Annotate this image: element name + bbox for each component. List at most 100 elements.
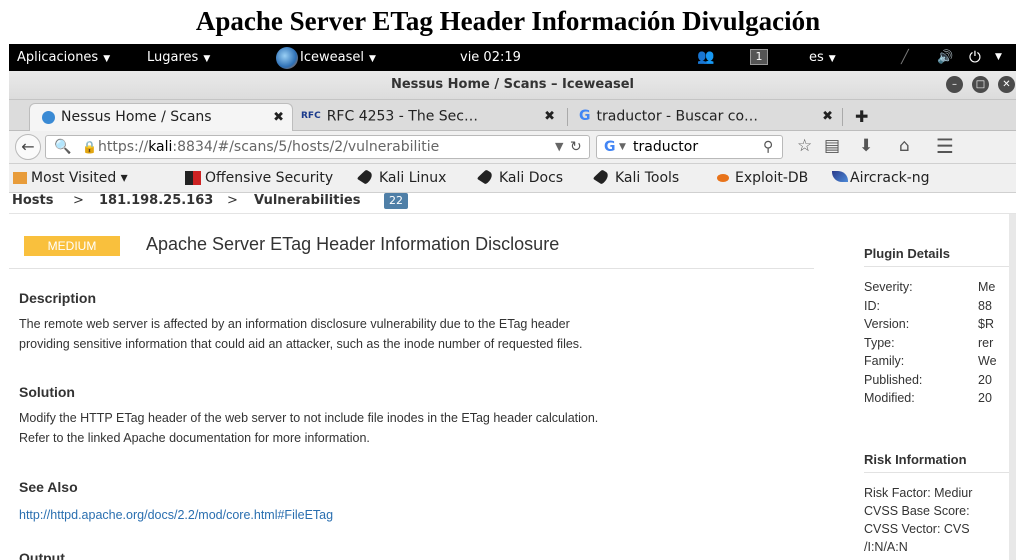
folder-icon	[13, 172, 27, 184]
tab-label: Nessus Home / Scans	[61, 109, 212, 125]
search-engine-icon[interactable]: G	[604, 136, 616, 158]
plugin-detail-label: Published:	[864, 372, 923, 387]
maximize-button[interactable]: □	[972, 76, 989, 93]
plugin-detail-label: Severity:	[864, 280, 913, 294]
description-line: providing sensitive information that cou…	[19, 337, 583, 351]
clock[interactable]: vie 02:19	[460, 44, 521, 71]
kali-dragon-icon	[356, 169, 376, 185]
downloads-icon[interactable]: ⬇	[859, 136, 873, 156]
search-engine-dropdown-icon[interactable]: ▼	[619, 136, 626, 158]
bookmark-kali-tools[interactable]: Kali Tools	[592, 164, 679, 192]
see-also-link[interactable]: http://httpd.apache.org/docs/2.2/mod/cor…	[19, 508, 333, 522]
figure-caption: Apache Server ETag Header Información Di…	[195, 6, 821, 36]
plugin-detail-label: Modified:	[864, 391, 915, 405]
network-icon[interactable]: ╱	[901, 44, 909, 71]
dropdown-arrow-icon: ▼	[828, 54, 836, 64]
iceweasel-icon	[276, 46, 298, 69]
severity-badge: MEDIUM	[24, 236, 120, 256]
risk-information-row: /I:N/A:N	[864, 540, 908, 554]
plugin-detail-value: We	[978, 354, 997, 368]
bookmark-most-visited[interactable]: Most Visited ▾	[13, 164, 128, 192]
description-line: The remote web server is affected by an …	[19, 317, 570, 331]
close-tab-icon[interactable]: ✖	[822, 103, 833, 130]
breadcrumb-host[interactable]: 181.198.25.163	[99, 193, 213, 209]
volume-icon[interactable]: 🔊	[937, 44, 953, 71]
plugin-detail-value: 20	[978, 372, 992, 387]
bookmark-label: Exploit-DB	[735, 170, 809, 186]
bookmark-exploit-db[interactable]: Exploit-DB	[717, 164, 808, 192]
window-title: Nessus Home / Scans – Iceweasel	[390, 77, 635, 92]
url-bar[interactable]: 🔍 🔒 https://kali:8834/#/scans/5/hosts/2/…	[45, 135, 590, 159]
see-also-heading: See Also	[19, 479, 78, 495]
bookmark-label: Offensive Security	[205, 170, 334, 186]
description-heading: Description	[19, 290, 97, 306]
workspace-indicator[interactable]: 1	[750, 49, 768, 65]
nessus-icon	[42, 110, 55, 124]
close-button[interactable]: ✕	[998, 76, 1015, 93]
vulnerability-detail: MEDIUM Apache Server ETag Header Informa…	[9, 214, 849, 560]
back-button[interactable]: ←	[15, 134, 41, 160]
url-host: kali	[148, 139, 173, 155]
risk-information-row: CVSS Vector: CVS	[864, 522, 970, 536]
close-tab-icon[interactable]: ✖	[544, 103, 555, 130]
bookmark-kali-docs[interactable]: Kali Docs	[476, 164, 564, 192]
tab-rfc[interactable]: RFC RFC 4253 - The Sec… ✖	[293, 103, 563, 130]
reading-list-icon[interactable]: ▤	[824, 136, 840, 156]
plugin-detail-row: Severity: Me	[864, 280, 1016, 294]
divider	[9, 268, 814, 269]
search-bar[interactable]: G ▼ traductor ⚲	[596, 135, 783, 159]
close-tab-icon[interactable]: ✖	[273, 104, 284, 131]
people-icon[interactable]: 👥	[697, 44, 714, 71]
aircrack-icon	[832, 171, 848, 182]
plugin-detail-label: Version:	[864, 317, 910, 331]
identity-icon[interactable]: 🔍	[54, 136, 71, 158]
tab-google[interactable]: Gtraductor - Buscar co… ✖	[571, 103, 841, 130]
tab-nessus[interactable]: Nessus Home / Scans ✖	[29, 103, 293, 131]
bookmark-kali-linux[interactable]: Kali Linux	[356, 164, 446, 192]
bookmark-offensive-security[interactable]: Offensive Security	[185, 164, 333, 192]
plugin-details-heading: Plugin Details	[864, 246, 950, 261]
search-input[interactable]: traductor	[633, 136, 698, 158]
new-tab-button[interactable]: ✚	[855, 103, 875, 130]
page-scrollbar[interactable]	[1009, 214, 1016, 560]
reload-icon[interactable]: ↻	[570, 136, 582, 158]
plugin-detail-value: Me	[978, 280, 996, 294]
system-menu-arrow-icon[interactable]: ▼	[995, 44, 1002, 71]
url-prefix: https://	[98, 139, 149, 155]
bookmark-star-icon[interactable]: ☆	[797, 136, 812, 156]
breadcrumb-separator: >	[227, 193, 238, 208]
bookmark-aircrack[interactable]: Aircrack-ng	[832, 164, 930, 192]
breadcrumb-hosts[interactable]: Hosts	[12, 193, 54, 209]
kali-dragon-icon	[476, 169, 496, 185]
app-menu[interactable]: Iceweasel ▼	[276, 44, 376, 71]
risk-information-row: Risk Factor: Mediur	[864, 486, 973, 500]
minimize-button[interactable]: –	[946, 76, 963, 93]
divider	[864, 472, 1016, 473]
applications-menu[interactable]: Aplicaciones ▼	[17, 44, 110, 71]
divider	[864, 266, 1016, 267]
tab-label: RFC 4253 - The Sec…	[326, 108, 478, 125]
places-menu[interactable]: Lugares ▼	[147, 44, 210, 71]
vulnerability-count-badge: 22	[384, 193, 408, 209]
bookmark-label: Most Visited ▾	[31, 170, 128, 186]
plugin-detail-row: Type: rer	[864, 336, 1016, 350]
search-icon[interactable]: ⚲	[763, 136, 773, 158]
plugin-sidebar: Plugin Details Severity: Me ID: 88 Version: $…	[864, 214, 1016, 560]
power-icon[interactable]: ⏻	[969, 44, 981, 71]
url-dropdown-icon[interactable]: ▼	[555, 136, 563, 158]
rfc-icon: RFC	[301, 111, 321, 121]
bookmark-label: Kali Docs	[499, 170, 564, 186]
home-icon[interactable]: ⌂	[899, 136, 910, 156]
plugin-detail-value: 20	[978, 391, 992, 405]
dropdown-arrow-icon: ▼	[203, 54, 211, 64]
plugin-detail-row: Published: 20	[864, 373, 1016, 387]
bookmark-label: Aircrack-ng	[850, 170, 930, 186]
tab-separator	[567, 108, 568, 126]
solution-heading: Solution	[19, 384, 75, 400]
screenshot: Aplicaciones ▼ Lugares ▼ Iceweasel ▼ vie 02…	[9, 44, 1016, 560]
bookmarks-toolbar: Most Visited ▾ Offensive Security Kali L…	[9, 164, 1016, 193]
exploit-db-icon	[717, 174, 729, 182]
url-rest: :8834/#/scans/5/hosts/2/vulnerabilitie	[172, 139, 440, 155]
language-menu[interactable]: es ▼	[809, 44, 836, 71]
menu-icon[interactable]: ☰	[936, 134, 954, 158]
